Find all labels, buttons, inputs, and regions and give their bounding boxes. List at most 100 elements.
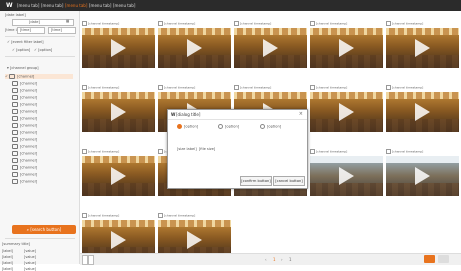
close-icon[interactable]: ×	[299, 111, 303, 117]
play-icon[interactable]	[415, 167, 430, 185]
play-icon[interactable]	[187, 39, 202, 57]
channel-item[interactable]: [channel]	[12, 109, 37, 114]
video-thumbnail-cell[interactable]: [channel timestamp]	[82, 85, 155, 133]
play-icon[interactable]	[415, 103, 430, 121]
channel-item[interactable]: [channel]	[12, 158, 37, 163]
video-thumbnail-cell[interactable]: [channel timestamp]	[82, 149, 155, 197]
chevron-left-icon[interactable]: ‹	[265, 257, 267, 262]
video-preview[interactable]	[310, 156, 383, 196]
checkbox-icon[interactable]	[386, 149, 391, 154]
checkbox-icon[interactable]	[82, 149, 87, 154]
video-preview[interactable]	[82, 156, 155, 196]
video-preview[interactable]	[158, 28, 231, 68]
chevron-right-icon[interactable]: ›	[281, 257, 283, 262]
thumbnail-timestamp: [channel timestamp]	[240, 21, 272, 26]
checkbox-icon[interactable]	[158, 149, 163, 154]
checkbox-icon[interactable]	[158, 85, 163, 90]
checkbox-icon[interactable]	[310, 149, 315, 154]
checkbox-icon[interactable]	[310, 85, 315, 90]
event-option-2[interactable]: ✓ [option]	[34, 48, 52, 52]
video-thumbnail-cell[interactable]: [channel timestamp]	[158, 21, 231, 69]
play-icon[interactable]	[339, 103, 354, 121]
channel-item[interactable]: [channel]	[12, 102, 37, 107]
checkbox-icon[interactable]	[386, 85, 391, 90]
video-thumbnail-cell[interactable]: [channel timestamp]	[234, 21, 307, 69]
camera-icon	[9, 74, 16, 79]
play-icon[interactable]	[111, 39, 126, 57]
channel-item[interactable]: [channel]	[12, 144, 37, 149]
channel-item[interactable]: [channel]	[12, 172, 37, 177]
channel-item[interactable]: [channel]	[12, 137, 37, 142]
thumbnail-caption: [channel timestamp]	[310, 21, 383, 28]
tab-1[interactable]: [menu tab]	[17, 3, 39, 8]
checkbox-icon[interactable]	[386, 21, 391, 26]
channel-item[interactable]: [channel]	[12, 130, 37, 135]
video-preview[interactable]	[234, 28, 307, 68]
play-icon[interactable]	[415, 39, 430, 57]
channel-item[interactable]: [channel]	[12, 151, 37, 156]
play-icon[interactable]	[111, 231, 126, 249]
video-thumbnail-cell[interactable]: [channel timestamp]	[386, 21, 459, 69]
channel-item[interactable]: [channel]	[12, 116, 37, 121]
video-preview[interactable]	[310, 28, 383, 68]
video-thumbnail-cell[interactable]: [channel timestamp]	[310, 85, 383, 133]
video-preview[interactable]	[386, 92, 459, 132]
checkbox-icon[interactable]	[158, 213, 163, 218]
play-icon[interactable]	[263, 39, 278, 57]
cancel-button[interactable]: [cancel button]	[273, 176, 305, 186]
checkbox-icon[interactable]	[234, 85, 239, 90]
format-option-1[interactable]: [option]	[177, 124, 198, 129]
channel-item[interactable]: [channel]	[12, 179, 37, 184]
format-option-2[interactable]: [option]	[218, 124, 239, 129]
video-preview[interactable]	[82, 92, 155, 132]
play-icon[interactable]	[339, 167, 354, 185]
page-other[interactable]: 1	[289, 257, 292, 262]
channel-group-label[interactable]: ▾ [channel group]	[7, 66, 39, 70]
page-current[interactable]: 1	[273, 257, 276, 262]
time-start-field[interactable]: [time]	[17, 27, 45, 34]
scene-ceiling	[82, 156, 155, 163]
view-toggle-button-active[interactable]	[424, 255, 435, 263]
event-option-1[interactable]: ✓ [option]	[12, 48, 30, 52]
video-thumbnail-cell[interactable]: [channel timestamp]	[386, 85, 459, 133]
confirm-button[interactable]: [confirm button]	[240, 176, 272, 186]
channel-item[interactable]: [channel]	[12, 81, 37, 86]
video-thumbnail-cell[interactable]: [channel timestamp]	[82, 21, 155, 69]
tab-5[interactable]: [menu tab]	[113, 3, 135, 8]
view-toggle-button[interactable]	[438, 255, 449, 263]
video-thumbnail-cell[interactable]: [channel timestamp]	[310, 149, 383, 197]
search-button[interactable]: ⌕ [search button]	[12, 225, 76, 234]
checkbox-icon[interactable]	[310, 21, 315, 26]
tab-3[interactable]: [menu tab]	[65, 3, 87, 8]
play-icon[interactable]	[111, 167, 126, 185]
thumbnail-caption: [channel timestamp]	[234, 85, 307, 92]
checkbox-icon[interactable]	[82, 213, 87, 218]
checkbox-icon[interactable]	[234, 21, 239, 26]
play-icon[interactable]	[339, 39, 354, 57]
tab-4[interactable]: [menu tab]	[89, 3, 111, 8]
camera-icon	[12, 123, 18, 128]
play-icon[interactable]	[111, 103, 126, 121]
tab-2[interactable]: [menu tab]	[41, 3, 63, 8]
date-label: [date label]	[5, 13, 26, 17]
date-field[interactable]: [date]	[12, 19, 74, 26]
time-end-field[interactable]: [time]	[48, 27, 76, 34]
format-option-3[interactable]: [option]	[260, 124, 281, 129]
channel-item[interactable]: ✓ [channel]	[5, 74, 73, 79]
calendar-icon[interactable]: ▦	[66, 19, 69, 23]
video-thumbnail-cell[interactable]: [channel timestamp]	[386, 149, 459, 197]
channel-item[interactable]: [channel]	[12, 123, 37, 128]
video-preview[interactable]	[310, 92, 383, 132]
video-preview[interactable]	[386, 156, 459, 196]
summary-value: [value]	[24, 261, 36, 265]
checkbox-icon[interactable]	[158, 21, 163, 26]
play-icon[interactable]	[187, 231, 202, 249]
video-preview[interactable]	[82, 28, 155, 68]
channel-item[interactable]: [channel]	[12, 165, 37, 170]
checkbox-icon[interactable]	[82, 85, 87, 90]
video-thumbnail-cell[interactable]: [channel timestamp]	[310, 21, 383, 69]
checkbox-icon[interactable]	[82, 21, 87, 26]
channel-item[interactable]: [channel]	[12, 95, 37, 100]
channel-item[interactable]: [channel]	[12, 88, 37, 93]
video-preview[interactable]	[386, 28, 459, 68]
